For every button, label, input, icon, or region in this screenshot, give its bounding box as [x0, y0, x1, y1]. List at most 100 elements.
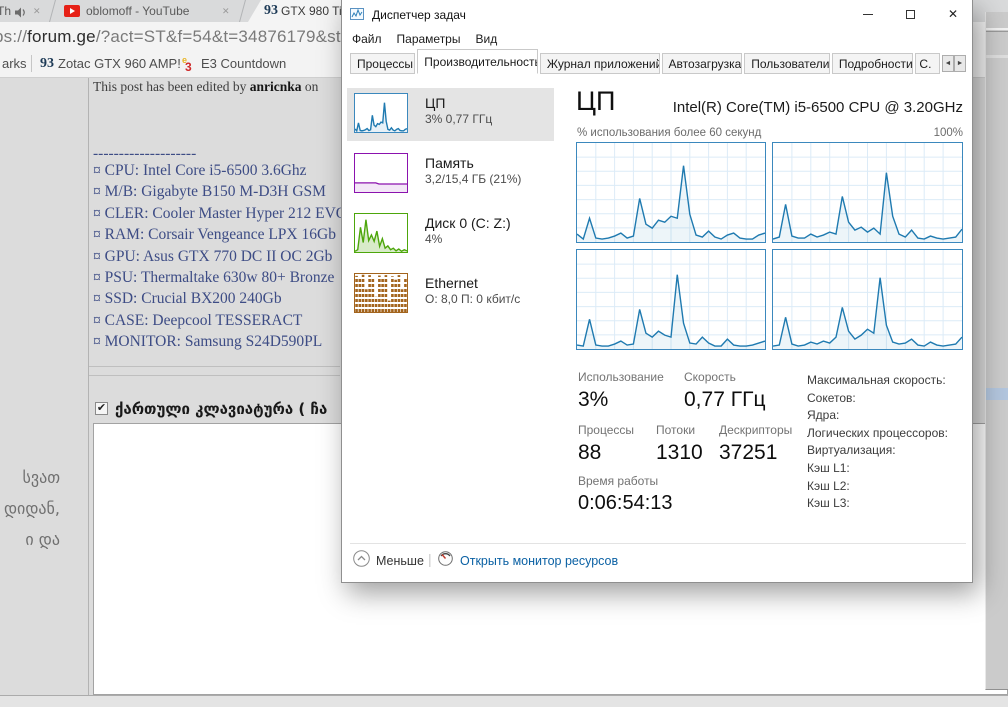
- uptime-label: Время работы: [578, 474, 658, 488]
- sidebar-ethernet-detail: О: 8,0 П: 0 кбит/с: [425, 292, 520, 306]
- sidebar-memory-detail: 3,2/15,4 ГБ (21%): [425, 172, 521, 186]
- signature-specs: ¤ CPU: Intel Core i5-6500 3.6Ghz ¤ M/B: …: [93, 160, 347, 353]
- menu-file[interactable]: Файл: [352, 32, 382, 46]
- cpu-mini-graph: [354, 93, 408, 133]
- fewer-details-button[interactable]: Меньше: [376, 554, 424, 568]
- footer-separator: [350, 543, 966, 544]
- backwin-highlight: [986, 388, 1008, 400]
- info-cache-l3: Кэш L3:: [807, 495, 948, 513]
- georgian-keyboard-checkbox[interactable]: ✔: [95, 402, 108, 415]
- cpu-graph-core4: [772, 249, 963, 350]
- sidebar-memory-name: Память: [425, 155, 474, 171]
- task-manager-icon: [350, 7, 364, 26]
- bookmark-zotac[interactable]: Zotac GTX 960 AMP!: [58, 56, 181, 71]
- maximize-button[interactable]: [890, 0, 930, 28]
- tab-services-clipped[interactable]: С.: [915, 53, 939, 74]
- georgian-line: ი და: [0, 524, 60, 555]
- minimize-button[interactable]: [848, 0, 888, 28]
- backwin-line: [986, 28, 1008, 30]
- usage-label: Использование: [578, 370, 664, 384]
- bookmarks-clipped-label: arks: [2, 56, 27, 71]
- sidebar-cpu-detail: 3% 0,77 ГГц: [425, 112, 492, 126]
- cpu-graph-core1: [576, 142, 766, 243]
- tab-scroll-left-button[interactable]: ◄: [942, 55, 954, 72]
- georgian-line: სვათ: [0, 462, 60, 493]
- menu-view[interactable]: Вид: [475, 32, 497, 46]
- sidebar-disk-detail: 4%: [425, 232, 442, 246]
- processes-label: Процессы: [578, 423, 634, 437]
- tab-separator: [239, 0, 247, 24]
- tab-performance[interactable]: Производительность: [417, 49, 538, 74]
- svg-text:3: 3: [185, 60, 192, 72]
- zotac-favicon: 93: [40, 57, 54, 71]
- sidebar-item-disk[interactable]: [354, 213, 408, 258]
- georgian-keyboard-label: ქართული კლავიატურა ( ჩა: [115, 400, 341, 418]
- sidebar-item-cpu[interactable]: [354, 93, 408, 138]
- background-window-edge: [985, 12, 1008, 690]
- cpu-graph-core2: [772, 142, 963, 243]
- info-cache-l1: Кэш L1:: [807, 460, 948, 478]
- url-scheme: ps://: [0, 27, 27, 46]
- processes-value: 88: [578, 441, 601, 465]
- spec-line: ¤ SSD: Crucial BX200 240Gb: [93, 288, 347, 309]
- speed-label: Скорость: [684, 370, 736, 384]
- menu-options[interactable]: Параметры: [397, 32, 461, 46]
- spec-line: ¤ GPU: Asus GTX 770 DC II OC 2Gb: [93, 246, 347, 267]
- spec-line: ¤ CPU: Intel Core i5-6500 3.6Ghz: [93, 160, 347, 181]
- sidebar-ethernet-name: Ethernet: [425, 275, 478, 291]
- info-cores: Ядра:: [807, 407, 948, 425]
- tab-users[interactable]: Пользователи: [744, 53, 830, 74]
- post-edited-line: This post has been edited by anricnka on: [93, 79, 318, 95]
- edited-author: anricnka: [250, 79, 302, 94]
- tab1-close-icon[interactable]: ✕: [33, 4, 41, 18]
- sidebar-georgian-text: სვათ დიდან, ი და: [0, 462, 60, 555]
- tab2-close-icon[interactable]: ✕: [222, 4, 230, 18]
- tab-details[interactable]: Подробности: [832, 53, 914, 74]
- threads-value: 1310: [656, 441, 703, 465]
- bookmark-e3[interactable]: E3 Countdown: [201, 56, 286, 71]
- maximize-icon: [906, 10, 915, 19]
- edited-prefix: This post has been edited by: [93, 79, 250, 94]
- tab-app-history[interactable]: Журнал приложений: [540, 53, 660, 74]
- cpu-info-column: Максимальная скорость: Сокетов: Ядра: Ло…: [807, 372, 948, 513]
- threads-label: Потоки: [656, 423, 695, 437]
- tm-tab-strip: Процессы Производительность Журнал прило…: [350, 53, 966, 74]
- info-virtualization: Виртуализация:: [807, 442, 948, 460]
- tm-title-bar[interactable]: Диспетчер задач ✕: [342, 0, 972, 28]
- bookmarks-divider: [31, 55, 32, 72]
- tab-processes[interactable]: Процессы: [350, 53, 415, 74]
- spec-line: ¤ CASE: Deepcool TESSERACT: [93, 310, 347, 331]
- arrow-left-icon: ◄: [944, 60, 951, 67]
- sidebar-item-memory[interactable]: [354, 153, 408, 198]
- url-path: /?act=ST&f=54&t=34876179&st=0: [96, 27, 361, 46]
- close-button[interactable]: ✕: [932, 0, 974, 28]
- edited-suffix: on: [302, 79, 319, 94]
- tab-youtube[interactable]: oblomoff - YouTube: [86, 4, 214, 18]
- minimize-icon: [863, 14, 873, 15]
- tab-startup[interactable]: Автозагрузка: [662, 53, 743, 74]
- window-title: Диспетчер задач: [372, 8, 466, 22]
- spec-line: ¤ MONITOR: Samsung S24D590PL: [93, 331, 347, 352]
- ethernet-mini-graph: [354, 273, 408, 313]
- uptime-value: 0:06:54:13: [578, 492, 673, 515]
- info-cache-l2: Кэш L2:: [807, 478, 948, 496]
- tab-scroll-right-button[interactable]: ►: [954, 55, 966, 72]
- post-separator: [89, 375, 340, 376]
- arrow-right-icon: ►: [957, 60, 964, 67]
- forum-ge-favicon: 93: [264, 4, 278, 18]
- info-sockets: Сокетов:: [807, 390, 948, 408]
- handles-label: Дескрипторы: [719, 423, 792, 437]
- tm-menu-bar: Файл Параметры Вид: [352, 32, 512, 46]
- url-text: ps://forum.ge/?act=ST&f=54&t=34876179&st…: [0, 27, 361, 47]
- backwin-line: [986, 55, 1008, 58]
- info-max-speed: Максимальная скорость:: [807, 372, 948, 390]
- sidebar-item-ethernet[interactable]: [354, 273, 408, 318]
- cpu-full-name: Intel(R) Core(TM) i5-6500 CPU @ 3.20GHz: [576, 99, 963, 116]
- url-domain: forum.ge: [27, 27, 96, 46]
- tab-partial-label[interactable]: Th: [0, 4, 11, 18]
- youtube-icon: [64, 5, 80, 17]
- cpu-graph-core3: [576, 249, 766, 350]
- open-resource-monitor-link[interactable]: Открыть монитор ресурсов: [460, 554, 618, 568]
- tab-audio-icon: [15, 5, 27, 23]
- sidebar-cpu-name: ЦП: [425, 95, 445, 111]
